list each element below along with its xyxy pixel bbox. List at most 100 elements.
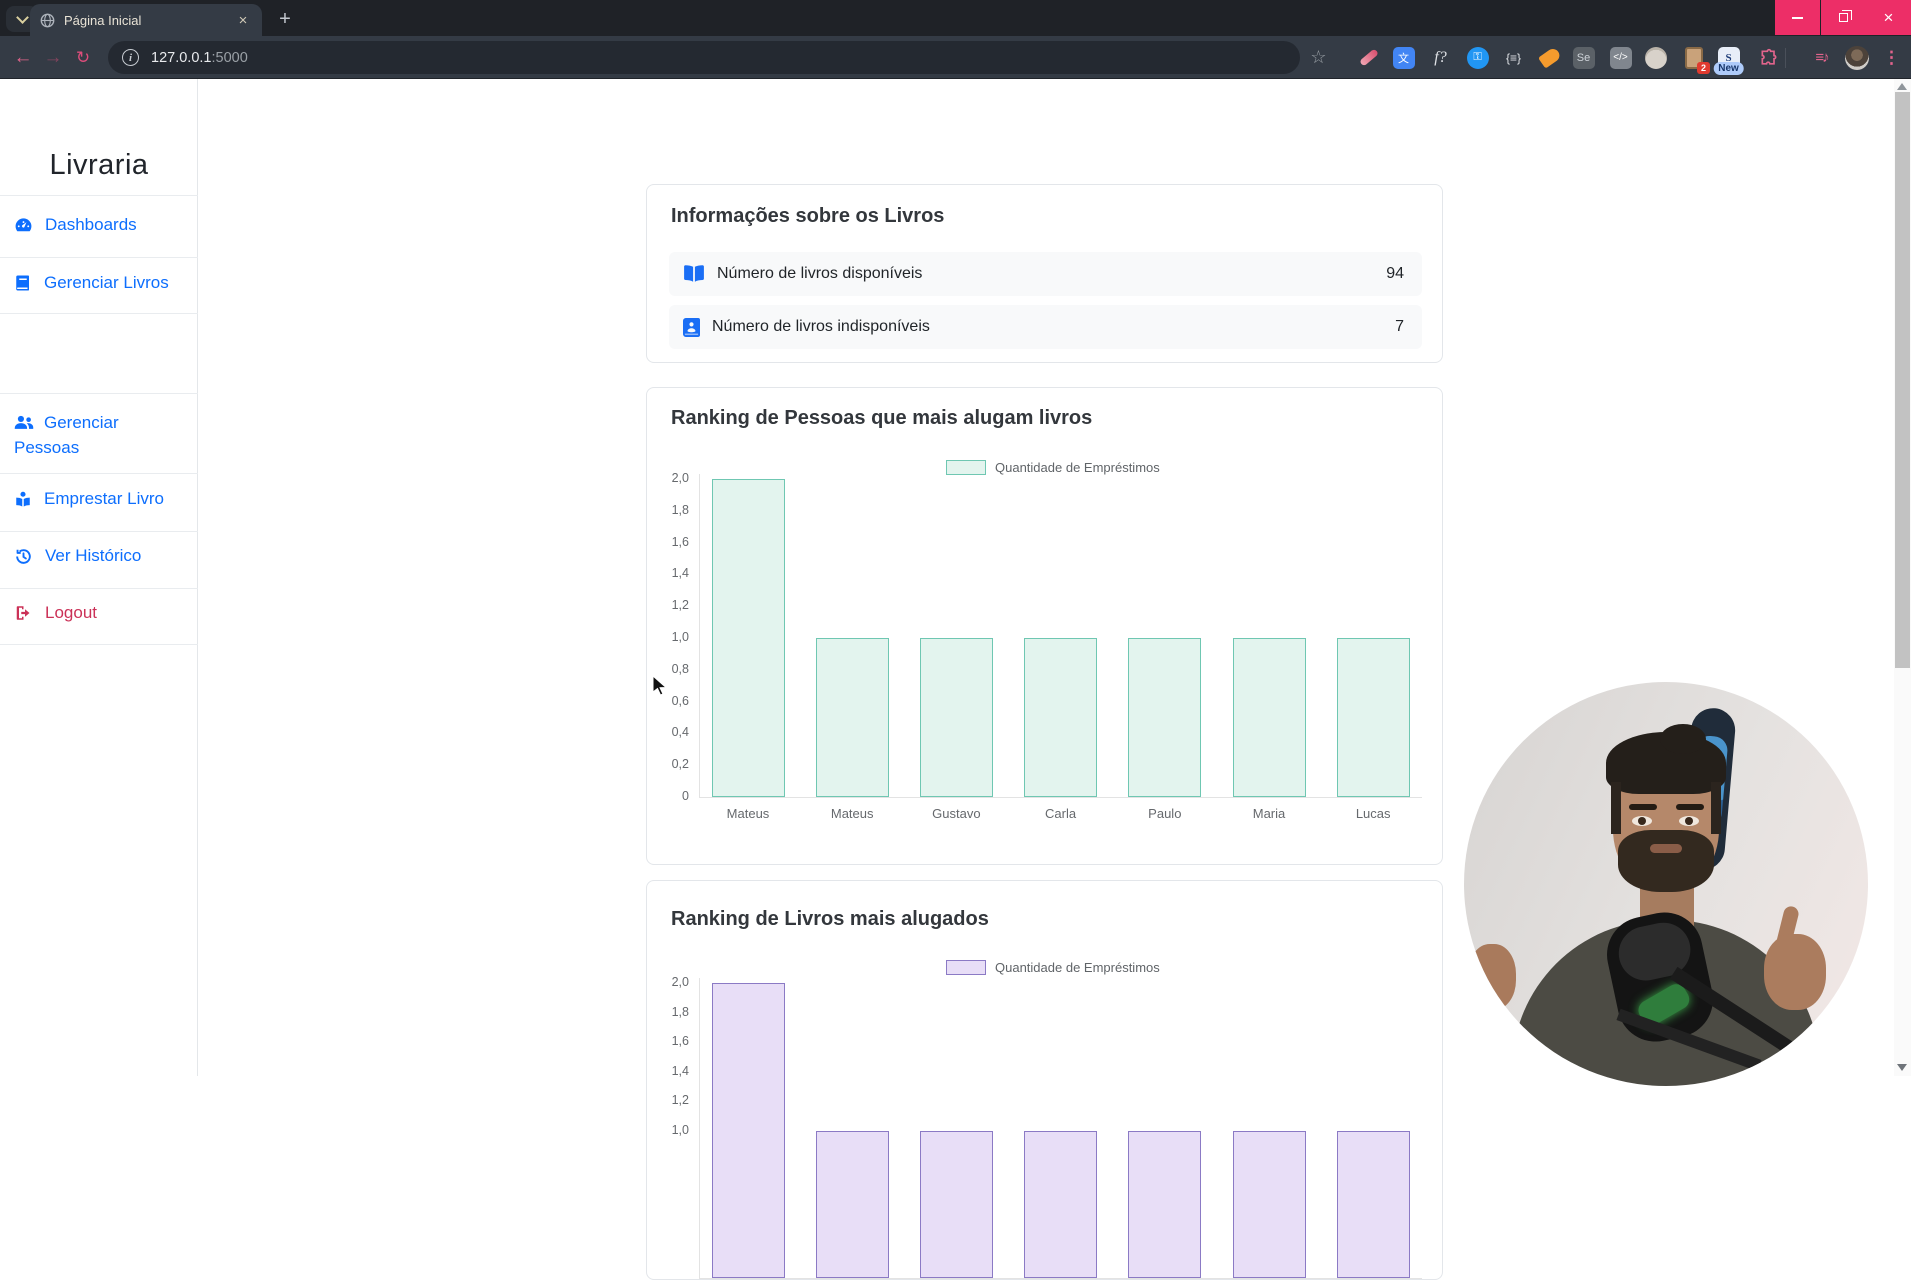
bookmark-star-icon[interactable]: ☆ [1305, 44, 1332, 71]
tomato-extension-icon[interactable] [1642, 44, 1669, 71]
minimize-icon [1792, 17, 1803, 19]
sidebar-item-gerenciar-livros[interactable]: Gerenciar Livros [14, 273, 190, 293]
profile-avatar[interactable] [1843, 44, 1870, 71]
mouse-cursor [652, 675, 670, 697]
info-card-title: Informações sobre os Livros [671, 205, 944, 228]
code-extension-icon[interactable]: </> [1607, 44, 1634, 71]
page-content: Livraria Dashboards Gerenciar Livros Ger… [0, 79, 1911, 1076]
y-tick-label: 1,2 [649, 1093, 689, 1107]
webcam-overlay [1464, 682, 1868, 1086]
y-tick-label: 2,0 [649, 975, 689, 989]
sidebar-item-ver-historico[interactable]: Ver Histórico [14, 546, 190, 566]
tab-close-icon[interactable]: × [234, 12, 252, 29]
chevron-down-icon [16, 11, 29, 24]
y-tick-label: 1,6 [649, 535, 689, 549]
page-scrollbar[interactable] [1894, 79, 1911, 1076]
playlist-extension-icon[interactable]: ≡♪ [1808, 44, 1835, 71]
x-category-label: Carla [1014, 806, 1108, 821]
site-info-icon[interactable]: i [122, 49, 139, 66]
browser-tab[interactable]: Página Inicial × [30, 4, 262, 36]
y-tick-label: 1,0 [649, 1123, 689, 1137]
y-tick-label: 1,4 [649, 1064, 689, 1078]
tab-title: Página Inicial [64, 13, 234, 28]
x-category-label: Lucas [1326, 806, 1420, 821]
people-bar-chart: Quantidade de Empréstimos2,01,81,61,41,2… [647, 388, 1442, 864]
dashboard-icon [14, 216, 33, 235]
restore-icon [1839, 13, 1848, 22]
sidebar-item-label: Logout [45, 603, 97, 623]
new-tab-button[interactable]: + [272, 7, 298, 33]
bar [712, 479, 785, 797]
y-tick-label: 0,8 [649, 662, 689, 676]
sidebar-item-emprestar-livro[interactable]: Emprestar Livro [14, 489, 190, 509]
books-bar-chart: Quantidade de Empréstimos2,01,81,61,41,2… [647, 881, 1442, 1279]
legend-label: Quantidade de Empréstimos [995, 460, 1160, 475]
bar [920, 1131, 993, 1279]
lock-extension-icon[interactable]: ⚿ [1464, 44, 1491, 71]
scrollbar-thumb[interactable] [1895, 92, 1910, 668]
book-reader-icon [14, 490, 32, 509]
back-button[interactable]: ← [8, 36, 38, 79]
books-ranking-card: Ranking de Livros mais alugados Quantida… [646, 880, 1443, 1280]
scrollbar-down-icon[interactable] [1897, 1064, 1907, 1071]
browser-tab-bar: Página Inicial × + × [0, 0, 1911, 36]
bar [1024, 638, 1097, 797]
bar [816, 1131, 889, 1279]
users-icon [14, 413, 34, 431]
y-tick-label: 0,4 [649, 725, 689, 739]
x-axis-line [699, 797, 1422, 798]
legend-swatch [946, 960, 986, 975]
bar [1024, 1131, 1097, 1279]
info-row-available: Número de livros disponíveis 94 [669, 252, 1422, 296]
people-ranking-card: Ranking de Pessoas que mais alugam livro… [646, 387, 1443, 865]
sidebar-item-logout[interactable]: Logout [14, 603, 190, 623]
y-tick-label: 2,0 [649, 471, 689, 485]
selenium-extension-icon[interactable]: Se [1570, 44, 1597, 71]
y-tick-label: 0 [649, 789, 689, 803]
scrollbar-up-icon[interactable] [1897, 83, 1907, 90]
pen-extension-icon[interactable] [1355, 44, 1382, 71]
new-badge: New [1713, 62, 1744, 75]
address-bar[interactable]: i 127.0.0.1:5000 [108, 41, 1300, 74]
y-tick-label: 1,0 [649, 630, 689, 644]
reload-button[interactable]: ↻ [68, 36, 98, 79]
math-extension-icon[interactable]: f? [1427, 44, 1454, 71]
window-restore-button[interactable] [1821, 0, 1866, 35]
book-open-icon [683, 265, 705, 283]
y-tick-label: 1,2 [649, 598, 689, 612]
translate-extension-icon[interactable]: 文 [1390, 44, 1417, 71]
x-category-label: Gustavo [909, 806, 1003, 821]
y-tick-label: 1,8 [649, 1005, 689, 1019]
window-minimize-button[interactable] [1775, 0, 1820, 35]
logout-icon [14, 604, 33, 622]
tag-extension-icon[interactable] [1536, 44, 1563, 71]
sidebar-item-dashboards[interactable]: Dashboards [14, 215, 190, 235]
json-extension-icon[interactable]: {≡} [1500, 44, 1527, 71]
sidebar-item-label: Emprestar Livro [44, 489, 164, 509]
app-brand: Livraria [0, 149, 198, 182]
info-row-value: 94 [1386, 265, 1404, 283]
x-category-label: Paulo [1118, 806, 1212, 821]
sidebar-item-gerenciar-pessoas[interactable]: Gerenciar Pessoas [14, 410, 176, 460]
clipboard-badge: 2 [1697, 62, 1710, 74]
bar [1337, 638, 1410, 797]
info-row-value: 7 [1395, 318, 1404, 336]
sidebar-item-label: Dashboards [45, 215, 137, 235]
y-tick-label: 1,4 [649, 566, 689, 580]
browser-menu-icon[interactable]: ⋮ [1878, 44, 1905, 71]
window-close-button[interactable]: × [1866, 0, 1911, 35]
sidebar: Livraria Dashboards Gerenciar Livros Ger… [0, 79, 198, 1076]
y-tick-label: 0,2 [649, 757, 689, 771]
globe-favicon-icon [40, 13, 55, 28]
x-axis-line [699, 1278, 1422, 1279]
forward-button[interactable]: → [38, 36, 68, 79]
history-icon [14, 547, 33, 566]
info-row-label: Número de livros indisponíveis [712, 318, 930, 336]
clipboard-extension-icon[interactable]: 2 [1680, 44, 1707, 71]
extensions-puzzle-icon[interactable] [1755, 44, 1782, 71]
x-category-label: Mateus [701, 806, 795, 821]
toolbar-separator [1785, 48, 1786, 68]
new-extension-icon[interactable]: S New [1715, 44, 1742, 71]
bar [712, 983, 785, 1278]
bar [1128, 1131, 1201, 1279]
